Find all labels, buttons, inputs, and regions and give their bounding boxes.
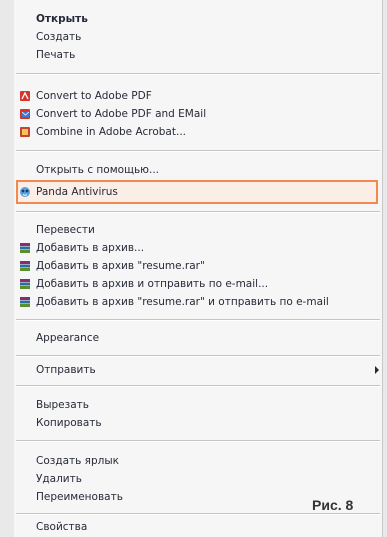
menu-item-label: Удалить xyxy=(36,473,82,485)
menu-separator xyxy=(16,355,380,357)
menu-item-label: Combine in Adobe Acrobat... xyxy=(36,126,186,138)
menu-item-label: Печать xyxy=(36,49,76,61)
menu-separator xyxy=(16,513,380,515)
menu-separator xyxy=(16,150,380,152)
menu-item-send-to[interactable]: Отправить xyxy=(14,360,382,380)
menu-item-add-to-archive[interactable]: Добавить в архив... xyxy=(14,238,382,258)
context-menu: Открыть Создать Печать Convert to Adobe … xyxy=(14,0,382,537)
menu-item-label: Appearance xyxy=(36,332,100,344)
menu-item-add-to-resume-rar[interactable]: Добавить в архив "resume.rar" xyxy=(14,256,382,276)
menu-item-delete[interactable]: Удалить xyxy=(14,469,382,489)
adobe-pdf-icon xyxy=(20,91,30,101)
menu-item-label: Отправить xyxy=(36,364,96,376)
menu-item-label: Открыть с помощью... xyxy=(36,164,159,176)
menu-item-label: Переименовать xyxy=(36,491,123,503)
menu-item-cut[interactable]: Вырезать xyxy=(14,395,382,415)
menu-item-print[interactable]: Печать xyxy=(14,45,382,65)
menu-item-label: Вырезать xyxy=(36,399,89,411)
menu-item-convert-pdf[interactable]: Convert to Adobe PDF xyxy=(14,86,382,106)
adobe-pdf-email-icon xyxy=(20,109,30,119)
menu-item-create[interactable]: Создать xyxy=(14,27,382,47)
menu-item-create-shortcut[interactable]: Создать ярлык xyxy=(14,451,382,471)
winrar-archive-icon xyxy=(20,279,30,289)
menu-item-open[interactable]: Открыть xyxy=(14,9,382,29)
menu-item-label: Panda Antivirus xyxy=(36,186,118,198)
menu-item-label: Перевести xyxy=(36,224,95,236)
winrar-archive-icon xyxy=(20,243,30,253)
menu-item-combine-acrobat[interactable]: Combine in Adobe Acrobat... xyxy=(14,122,382,142)
menu-item-open-with[interactable]: Открыть с помощью... xyxy=(14,160,382,180)
menu-item-label: Открыть xyxy=(36,13,88,25)
figure-caption: Рис. 8 xyxy=(312,497,354,513)
menu-item-label: Convert to Adobe PDF and EMail xyxy=(36,108,207,120)
winrar-archive-icon xyxy=(20,297,30,307)
menu-item-panda-antivirus[interactable]: Panda Antivirus xyxy=(14,182,382,202)
menu-separator xyxy=(16,73,380,75)
menu-separator xyxy=(16,440,380,442)
menu-item-label: Добавить в архив "resume.rar" и отправит… xyxy=(36,296,329,308)
menu-item-label: Свойства xyxy=(36,521,88,533)
submenu-arrow-icon xyxy=(375,366,379,374)
menu-item-copy[interactable]: Копировать xyxy=(14,413,382,433)
menu-item-label: Convert to Adobe PDF xyxy=(36,90,152,102)
menu-separator xyxy=(16,385,380,387)
menu-item-label: Создать xyxy=(36,31,82,43)
winrar-archive-icon xyxy=(20,261,30,271)
menu-item-label: Добавить в архив и отправить по e-mail..… xyxy=(36,278,269,290)
menu-item-archive-and-email[interactable]: Добавить в архив и отправить по e-mail..… xyxy=(14,274,382,294)
menu-item-convert-pdf-email[interactable]: Convert to Adobe PDF and EMail xyxy=(14,104,382,124)
menu-separator xyxy=(16,319,380,321)
menu-item-properties[interactable]: Свойства xyxy=(14,517,382,537)
menu-item-label: Добавить в архив "resume.rar" xyxy=(36,260,205,272)
panda-antivirus-icon xyxy=(20,187,30,197)
menu-item-resume-rar-and-email[interactable]: Добавить в архив "resume.rar" и отправит… xyxy=(14,292,382,312)
menu-separator xyxy=(16,211,380,213)
menu-item-translate[interactable]: Перевести xyxy=(14,220,382,240)
menu-item-label: Добавить в архив... xyxy=(36,242,145,254)
menu-item-label: Создать ярлык xyxy=(36,455,120,467)
menu-item-appearance[interactable]: Appearance xyxy=(14,328,382,348)
acrobat-combine-icon xyxy=(20,127,30,137)
menu-item-label: Копировать xyxy=(36,417,102,429)
